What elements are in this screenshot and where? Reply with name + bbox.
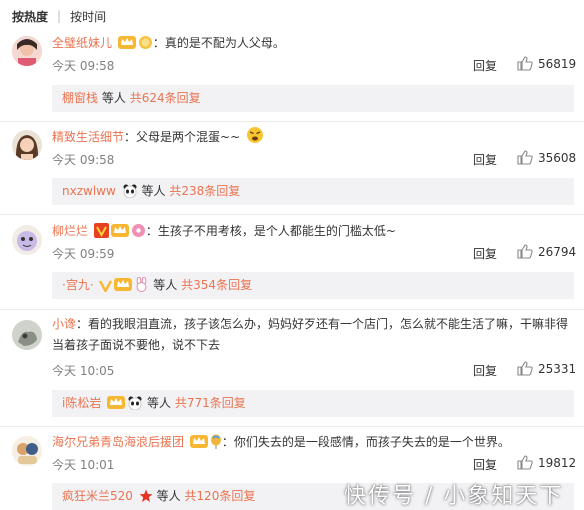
- sort-tabs: 按热度 | 按时间: [12, 6, 106, 26]
- sub-replies-box: 棚窗栈 等人 共624条回复: [52, 85, 574, 112]
- like-count: 35608: [538, 150, 577, 165]
- thumbs-up-icon: [517, 455, 533, 470]
- people-suffix: 等人: [147, 396, 172, 410]
- comment-text: 看的我眼泪直流，孩子该怎么办，妈妈好歹还有一个店门，怎么就不能生活了嘛，干嘛非得…: [52, 317, 569, 352]
- star-icon: [139, 486, 153, 510]
- people-suffix: 等人: [156, 489, 181, 503]
- v-badge-icon[interactable]: [93, 223, 109, 245]
- bunny-icon: [134, 275, 149, 302]
- like-button[interactable]: 35608: [517, 150, 576, 165]
- total-replies-link[interactable]: 共120条回复: [184, 489, 255, 503]
- avatar-image-icon: [12, 225, 42, 255]
- avatar-image-icon: [12, 36, 42, 66]
- comment-line: 海尔兄弟青岛海浪后援团 ：你们失去的是一段感情，而孩子失去的是一个世界。: [52, 431, 576, 456]
- total-replies-link[interactable]: 共624条回复: [130, 91, 201, 105]
- like-count: 26794: [538, 244, 577, 259]
- avatar[interactable]: [12, 225, 42, 255]
- sub-replies-box: i陈松岩 等人 共771条回复: [52, 390, 574, 417]
- people-suffix: 等人: [101, 91, 126, 105]
- sub-replies-box: nxzwlww 等人 共238条回复: [52, 178, 574, 205]
- comment-line: 精致生活细节：父母是两个混蛋~~: [52, 126, 576, 151]
- sub-reply-user[interactable]: 疯狂米兰520: [62, 489, 133, 503]
- watermark: 快传号 / 小象知天下: [344, 484, 564, 509]
- sort-by-hot-tab[interactable]: 按热度: [12, 8, 48, 25]
- total-replies-link[interactable]: 共771条回复: [175, 396, 246, 410]
- comment-username[interactable]: 全璧纸妹儿: [52, 36, 112, 50]
- vip-crown-icon[interactable]: [110, 223, 129, 245]
- like-button[interactable]: 56819: [517, 56, 576, 71]
- medal-icon[interactable]: [138, 35, 153, 57]
- colon: ：: [221, 435, 234, 449]
- sub-reply-user[interactable]: ·宫九·: [62, 278, 94, 292]
- panda-icon: [127, 393, 143, 420]
- comment-time: 今天 09:58: [52, 153, 115, 167]
- sub-reply-user[interactable]: i陈松岩: [62, 396, 101, 410]
- vip-crown-icon: [114, 275, 133, 302]
- sub-replies-box: ·宫九· 等人 共354条回复: [52, 272, 574, 299]
- avatar[interactable]: [12, 36, 42, 66]
- panda-icon: [122, 181, 138, 208]
- balloon-icon[interactable]: [210, 434, 222, 456]
- avatar[interactable]: [12, 320, 42, 350]
- avatar[interactable]: [12, 436, 42, 466]
- total-replies-link[interactable]: 共238条回复: [169, 184, 240, 198]
- divider: [0, 309, 584, 310]
- reply-button[interactable]: 回复: [473, 57, 497, 74]
- thumbs-up-icon: [517, 56, 533, 71]
- comment-username[interactable]: 小谗: [52, 317, 76, 331]
- people-suffix: 等人: [153, 278, 178, 292]
- avatar-image-icon: [12, 320, 42, 350]
- colon: ：: [145, 224, 158, 238]
- comment-username[interactable]: 精致生活细节: [52, 130, 124, 144]
- reply-button[interactable]: 回复: [473, 245, 497, 262]
- comment-line: 柳烂烂 ：生孩子不用考核，是个人都能生的门槛太低~: [52, 220, 576, 245]
- avatar-image-icon: [12, 436, 42, 466]
- thumbs-up-icon: [517, 361, 533, 376]
- comment-text: 你们失去的是一段感情，而孩子失去的是一个世界。: [233, 435, 510, 449]
- like-button[interactable]: 25331: [517, 361, 576, 376]
- sub-reply-user[interactable]: nxzwlww: [62, 184, 116, 198]
- reply-button[interactable]: 回复: [473, 151, 497, 168]
- sort-by-time-tab[interactable]: 按时间: [70, 8, 106, 25]
- comment-time: 今天 10:01: [52, 458, 115, 472]
- comment-username[interactable]: 海尔兄弟青岛海浪后援团: [52, 435, 184, 449]
- divider: [0, 214, 584, 215]
- avatar[interactable]: [12, 130, 42, 160]
- sort-divider: |: [57, 9, 62, 23]
- people-suffix: 等人: [141, 184, 166, 198]
- comment-time: 今天 09:59: [52, 247, 115, 261]
- reply-button[interactable]: 回复: [473, 456, 497, 473]
- like-count: 56819: [538, 56, 577, 71]
- vip-crown-icon[interactable]: [117, 35, 136, 57]
- avatar-image-icon: [12, 130, 42, 160]
- divider: [0, 121, 584, 122]
- total-replies-link[interactable]: 共354条回复: [181, 278, 252, 292]
- comment-text: 父母是两个混蛋~~: [136, 130, 241, 144]
- like-button[interactable]: 26794: [517, 244, 576, 259]
- thumbs-up-icon: [517, 244, 533, 259]
- comment-username[interactable]: 柳烂烂: [52, 224, 88, 238]
- divider: [0, 426, 584, 427]
- vip-crown-icon[interactable]: [189, 434, 208, 456]
- like-count: 19812: [538, 455, 577, 470]
- comment-line: 全璧纸妹儿 ：真的是不配为人父母。: [52, 32, 576, 57]
- v-badge-icon: [99, 275, 113, 302]
- comment-time: 今天 10:05: [52, 364, 115, 378]
- comment-time: 今天 09:58: [52, 59, 115, 73]
- comment-text: 生孩子不用考核，是个人都能生的门槛太低~: [157, 224, 396, 238]
- comment-text: 真的是不配为人父母。: [164, 36, 285, 50]
- colon: ：: [152, 36, 165, 50]
- colon: ：: [124, 130, 137, 144]
- vip-crown-icon: [107, 393, 126, 420]
- sub-reply-user[interactable]: 棚窗栈: [62, 91, 98, 105]
- colon: ：: [76, 317, 89, 331]
- reply-button[interactable]: 回复: [473, 362, 497, 379]
- like-count: 25331: [538, 361, 577, 376]
- like-button[interactable]: 19812: [517, 455, 576, 470]
- donut-icon[interactable]: [131, 223, 146, 245]
- thumbs-up-icon: [517, 150, 533, 165]
- angry-face-emoji-icon: [246, 126, 264, 151]
- comment-line: 小谗：看的我眼泪直流，孩子该怎么办，妈妈好歹还有一个店门，怎么就不能生活了嘛，干…: [52, 314, 576, 356]
